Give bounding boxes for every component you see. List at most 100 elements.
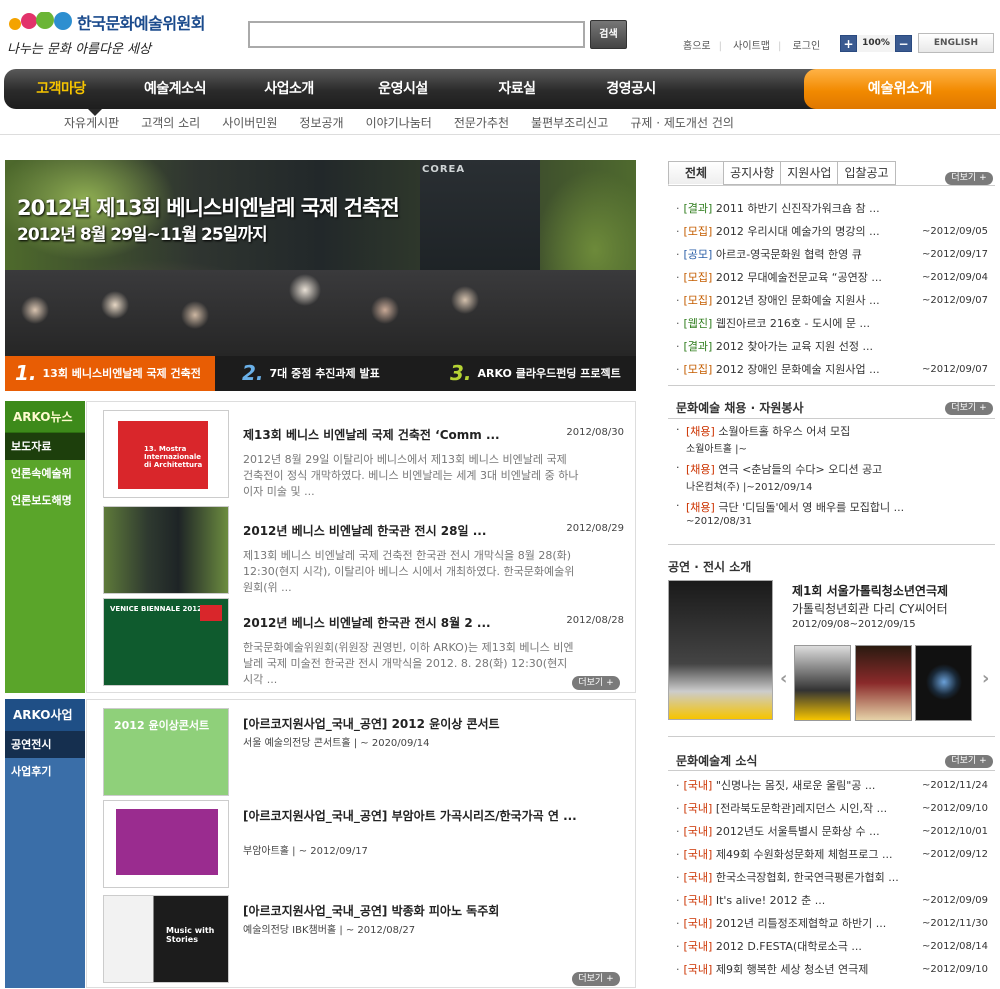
nav-management[interactable]: 경영공시 [574, 69, 688, 109]
divider [668, 770, 995, 771]
list-item[interactable]: 2012년 베니스 비엔날레 한국관 전시 28일 ... 2012/08/29… [103, 506, 628, 594]
nav-archive[interactable]: 자료실 [460, 69, 574, 109]
subnav-report[interactable]: 불편부조리신고 [531, 114, 608, 131]
sidebar-item-media[interactable]: 언론속예술위 [5, 460, 85, 487]
item-date: ~2012/11/30 [921, 918, 988, 929]
banner-dates: 2012년 8월 29일~11월 25일까지 [17, 225, 268, 245]
list-item[interactable]: 2012 윤이상콘서트 [아르코지원사업_국내_공연] 2012 윤이상 콘서트… [103, 708, 628, 796]
show-thumbnail[interactable] [915, 645, 972, 721]
show-title[interactable]: 제1회 서울가톨릭청소년연극제 [792, 582, 948, 599]
item-date: ~2012/09/10 [921, 803, 988, 814]
tab-all[interactable]: 전체 [668, 161, 725, 185]
category-tag: [채용] [686, 501, 715, 514]
list-item[interactable]: 13. Mostra Internazionale di Architettur… [103, 410, 628, 498]
list-item[interactable]: [모집] 2012 장애인 문화예술 지원사업 ... ~2012/09/07 [676, 358, 994, 381]
subnav-regulation[interactable]: 규제 · 제도개선 건의 [630, 114, 734, 131]
nav-art-news[interactable]: 예술계소식 [118, 69, 232, 109]
business-more-button[interactable]: 더보기 + [572, 972, 620, 986]
english-button[interactable]: ENGLISH [918, 33, 994, 53]
show-thumbnail[interactable] [794, 645, 851, 721]
list-item[interactable]: [국내] 2012년도 서울특별시 문화상 수 ... ~2012/10/01 [676, 820, 994, 843]
nav-business[interactable]: 사업소개 [232, 69, 346, 109]
notice-more-button[interactable]: 더보기 + [945, 172, 993, 185]
list-item[interactable]: [국내] 2012년 리틀정조제협학교 하반기 ... ~2012/11/30 [676, 912, 994, 935]
zoom-out-button[interactable]: − [895, 34, 912, 52]
news-title[interactable]: 2012년 베니스 비엔날레 한국관 전시 28일 ... [243, 522, 486, 539]
item-title: 2012년 장애인 문화예술 지원사 ... [715, 294, 880, 307]
list-item[interactable]: [모집] 2012 무대예술전문교육 “공연장 ... ~2012/09/04 [676, 266, 994, 289]
category-tag: [결과] [683, 202, 713, 215]
item-date: ~2012/09/04 [921, 272, 988, 283]
search-button[interactable]: 검색 [590, 20, 627, 49]
show-poster[interactable] [668, 580, 773, 720]
show-venue: 가톨릭청년회관 다리 CY씨어터 [792, 602, 948, 616]
show-thumbnail[interactable] [855, 645, 912, 721]
site-logo[interactable]: 한국문화예술위원회 나누는 문화 아름다운 세상 [5, 8, 205, 58]
list-item[interactable]: Music with Stories [아르코지원사업_국내_공연] 박종화 피… [103, 895, 628, 983]
sidebar-item-review[interactable]: 사업후기 [5, 758, 85, 785]
sidebar-item-clarification[interactable]: 언론보도해명 [5, 487, 85, 514]
list-item[interactable]: [국내] "신명나는 몸짓, 새로운 울림"공 ... ~2012/11/24 [676, 774, 994, 797]
search-input[interactable] [248, 21, 585, 48]
item-title: 아르코-영국문화원 협력 한영 큐 [715, 248, 862, 261]
subnav-expert[interactable]: 전문가추천 [454, 114, 509, 131]
list-item[interactable]: [국내] [전라북도문학관]레지던스 시인,작 ... ~2012/09/10 [676, 797, 994, 820]
sitemap-link[interactable]: 사이트맵 [733, 41, 770, 52]
poster-image [116, 809, 218, 875]
news-title[interactable]: 2012년 베니스 비엔날레 한국관 전시 8월 2 ... [243, 614, 491, 631]
tab-support[interactable]: 지원사업 [780, 161, 839, 185]
culture-more-button[interactable]: 더보기 + [945, 755, 993, 768]
list-item[interactable]: [결과] 2011 하반기 신진작가워크숍 참 ... [676, 197, 994, 220]
list-item[interactable]: [국내] 한국소극장협회, 한국연극평론가협회 ... [676, 866, 994, 889]
culture-news-title: 문화예술계 소식 [676, 754, 758, 768]
business-title[interactable]: [아르코지원사업_국내_공연] 박종화 피아노 독주회 [243, 903, 583, 919]
news-more-button[interactable]: 더보기 + [572, 676, 620, 690]
list-item[interactable]: [채용] 극단 '디딤돌'에서 영 배우를 모집합니 ... ~2012/08/3… [676, 499, 994, 527]
banner-crowd [5, 270, 636, 356]
jobs-more-button[interactable]: 더보기 + [945, 402, 993, 415]
item-meta: ~2012/08/31 [686, 516, 753, 527]
subnav-cyber-complaint[interactable]: 사이버민원 [222, 114, 277, 131]
business-title[interactable]: [아르코지원사업_국내_공연] 2012 윤이상 콘서트 [243, 716, 583, 732]
list-item[interactable]: [채용] 연극 <춘남들의 수다> 오디션 공고나온컴쳐(주) |~2012/0… [676, 461, 994, 493]
list-item[interactable]: [모집] 2012 우리시대 예술가의 명강의 ... ~2012/09/05 [676, 220, 994, 243]
sidebar-item-press[interactable]: 보도자료 [5, 433, 85, 460]
banner-wall-label: COREA [422, 164, 466, 175]
banner-tab-number: 1. [15, 361, 37, 385]
list-item[interactable]: [국내] 제9회 행복한 세상 청소년 연극제 ~2012/09/10 [676, 958, 994, 981]
news-body: 2012년 8월 29일 이탈리아 베니스에서 제13회 베니스 비엔날레 국제… [243, 453, 579, 498]
login-link[interactable]: 로그인 [793, 41, 821, 52]
banner-tab-3[interactable]: 3. ARKO 클라우드펀딩 프로젝트 [450, 356, 621, 391]
list-item[interactable]: [공모] 아르코-영국문화원 협력 한영 큐 ~2012/09/17 [676, 243, 994, 266]
list-item[interactable]: [채용] 소월아트홀 하우스 어셔 모집소월아트홀 |~ [676, 423, 994, 455]
subnav-free-board[interactable]: 자유게시판 [64, 114, 119, 131]
banner-tabs: 1. 13회 베니스비엔날레 국제 건축전 2. 7대 중점 추진과제 발표 3. A… [5, 356, 636, 391]
list-item[interactable]: VENICE BIENNALE 2012 2012년 베니스 비엔날레 한국관 … [103, 598, 628, 686]
sub-nav: 자유게시판 고객의 소리 사이버민원 정보공개 이야기나눔터 전문가추천 불편부… [64, 114, 756, 131]
tab-notice[interactable]: 공지사항 [723, 161, 782, 185]
sidebar-item-performance[interactable]: 공연전시 [5, 731, 85, 758]
next-arrow-icon[interactable]: › [982, 668, 989, 689]
banner-tab-1[interactable]: 1. 13회 베니스비엔날레 국제 건축전 [5, 356, 215, 391]
prev-arrow-icon[interactable]: ‹ [780, 668, 787, 689]
list-item[interactable]: [국내] 2012 D.FESTA(대학로소극 ... ~2012/08/14 [676, 935, 994, 958]
subnav-customer-voice[interactable]: 고객의 소리 [141, 114, 200, 131]
list-item[interactable]: [국내] It's alive! 2012 춘 ... ~2012/09/09 [676, 889, 994, 912]
list-item[interactable]: [결과] 2012 찾아가는 교육 지원 선정 ... [676, 335, 994, 358]
home-link[interactable]: 홈으로 [683, 41, 711, 52]
business-title[interactable]: [아르코지원사업_국내_공연] 부암아트 가곡시리즈/한국가곡 연 ... [243, 808, 583, 824]
list-item[interactable]: [아르코지원사업_국내_공연] 부암아트 가곡시리즈/한국가곡 연 ... 부암… [103, 800, 628, 888]
subnav-story[interactable]: 이야기나눔터 [366, 114, 432, 131]
zoom-in-button[interactable]: + [840, 34, 857, 52]
nav-about[interactable]: 예술위소개 [804, 69, 996, 109]
main-banner[interactable]: COREA 2012년 제13회 베니스비엔날레 국제 건축전 2012년 8월… [5, 160, 636, 391]
list-item[interactable]: [웹진] 웹진아르코 216호 - 도시에 문 ... [676, 312, 994, 335]
news-title[interactable]: 제13회 베니스 비엔날레 국제 건축전 ‘Comm ... [243, 426, 500, 443]
subnav-info-disclosure[interactable]: 정보공개 [299, 114, 343, 131]
nav-facilities[interactable]: 운영시설 [346, 69, 460, 109]
nav-customer[interactable]: 고객마당 [4, 69, 118, 109]
tab-bid[interactable]: 입찰공고 [837, 161, 896, 185]
banner-tab-2[interactable]: 2. 7대 중점 추진과제 발표 [242, 356, 380, 391]
list-item[interactable]: [모집] 2012년 장애인 문화예술 지원사 ... ~2012/09/07 [676, 289, 994, 312]
list-item[interactable]: [국내] 제49회 수원화성문화제 체험프로그 ... ~2012/09/12 [676, 843, 994, 866]
